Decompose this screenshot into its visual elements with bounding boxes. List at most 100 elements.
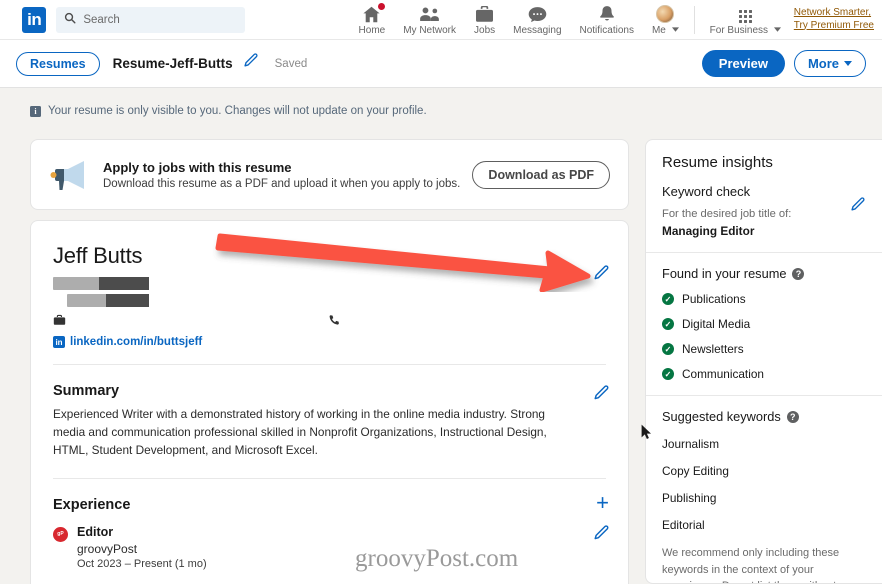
resume-preview-card: Jeff Butts in linkedin.com/in/buttsjeff xyxy=(30,220,629,584)
insights-title: Resume insights xyxy=(662,154,773,171)
add-experience-plus-icon[interactable]: + xyxy=(596,491,609,514)
more-button[interactable]: More xyxy=(793,50,866,77)
apply-card-title: Apply to jobs with this resume xyxy=(103,159,292,175)
download-as-pdf-button[interactable]: Download as PDF xyxy=(472,160,610,189)
site-watermark: groovyPost.com xyxy=(355,545,519,572)
nav-label: Home xyxy=(358,24,386,36)
more-button-label: More xyxy=(807,56,839,71)
insights-divider xyxy=(646,252,882,253)
summary-heading: Summary xyxy=(53,383,120,399)
nav-label: Messaging xyxy=(513,24,562,36)
home-icon xyxy=(362,1,387,23)
nav-item-home[interactable]: Home xyxy=(350,0,395,40)
insights-divider xyxy=(646,395,882,396)
nav-items-group: Home My Network Jobs Messaging Notificat… xyxy=(350,0,882,40)
suggested-keywords-heading-text: Suggested keywords xyxy=(662,409,781,424)
apply-to-jobs-card: Apply to jobs with this resume Download … xyxy=(30,139,629,210)
desired-job-title-value: Managing Editor xyxy=(662,224,755,238)
preview-button[interactable]: Preview xyxy=(701,50,785,77)
nav-label-text: Me xyxy=(651,24,666,36)
chevron-down-icon xyxy=(773,26,781,32)
groovypost-logo-icon: gP xyxy=(53,526,68,542)
found-keyword-item: ✓ Digital Media xyxy=(662,317,866,331)
help-icon[interactable]: ? xyxy=(792,267,805,280)
insights-note: We recommend only including these keywor… xyxy=(662,547,840,583)
redacted-contact-line-2 xyxy=(67,294,149,307)
resume-contact-row xyxy=(53,314,606,327)
found-keyword-item: ✓ Communication xyxy=(662,367,866,381)
apply-card-subtitle: Download this resume as a PDF and upload… xyxy=(103,177,461,190)
nav-item-jobs[interactable]: Jobs xyxy=(465,0,504,40)
linkedin-logo-icon[interactable]: in xyxy=(22,6,47,33)
resume-header-edit-pencil-icon[interactable] xyxy=(593,265,610,287)
search-icon xyxy=(64,12,76,27)
chevron-down-icon xyxy=(844,61,852,66)
nav-label: Me xyxy=(652,25,679,36)
briefcase-icon xyxy=(475,4,494,23)
help-icon[interactable]: ? xyxy=(786,410,799,423)
apply-card-text: Apply to jobs with this resume Download … xyxy=(103,160,472,190)
found-keyword-label: Publications xyxy=(682,292,746,306)
nav-item-my-network[interactable]: My Network xyxy=(394,0,465,40)
check-icon: ✓ xyxy=(662,293,674,305)
grid-icon xyxy=(738,4,752,23)
resume-linkedin-row[interactable]: in linkedin.com/in/buttsjeff xyxy=(53,336,606,348)
resume-name: Jeff Butts xyxy=(53,243,143,268)
nav-divider xyxy=(693,5,695,34)
experience-item: gP Editor groovyPost Oct 2023 – Present … xyxy=(53,525,606,570)
nav-item-notifications[interactable]: Notifications xyxy=(571,0,643,40)
found-keyword-label: Digital Media xyxy=(682,317,751,331)
megaphone-icon xyxy=(49,158,91,192)
nav-item-messaging[interactable]: Messaging xyxy=(504,0,570,40)
keyword-check-edit-pencil-icon[interactable] xyxy=(850,197,866,218)
chevron-down-icon xyxy=(671,26,679,32)
found-keywords-heading: Found in your resume ? xyxy=(662,266,866,281)
premium-line-2: Try Premium Free xyxy=(793,19,874,31)
suggested-keyword-item: Editorial xyxy=(662,518,705,532)
privacy-notice-text: Your resume is only visible to you. Chan… xyxy=(48,105,427,117)
resume-experience-section: Experience gP Editor groovyPost Oct 2023… xyxy=(31,479,628,584)
linkedin-icon: in xyxy=(53,336,65,348)
resume-summary-section: Summary Experienced Writer with a demons… xyxy=(31,365,628,478)
found-keyword-item: ✓ Newsletters xyxy=(662,342,866,356)
nav-label: My Network xyxy=(403,24,457,36)
search-input[interactable]: Search xyxy=(56,6,245,33)
suggested-keyword-item: Publishing xyxy=(662,491,717,505)
found-keywords-heading-text: Found in your resume xyxy=(662,266,787,281)
resumes-pill-button[interactable]: Resumes xyxy=(16,51,100,76)
info-icon: i xyxy=(30,105,41,117)
found-keyword-label: Newsletters xyxy=(682,342,744,356)
nav-item-me[interactable]: Me xyxy=(643,0,688,40)
experience-role: Editor xyxy=(77,524,114,539)
experience-heading: Experience xyxy=(53,496,131,513)
avatar xyxy=(656,4,675,23)
experience-company: groovyPost xyxy=(77,541,138,556)
edit-resume-title-pencil-icon[interactable] xyxy=(243,53,259,74)
resume-title: Resume-Jeff-Butts xyxy=(112,56,233,71)
desired-job-title-label: For the desired job title of: xyxy=(662,208,792,220)
suggested-keyword-item: Copy Editing xyxy=(662,464,729,478)
experience-dates: Oct 2023 – Present (1 mo) xyxy=(77,557,207,570)
nav-label-text: For Business xyxy=(709,24,769,36)
found-keyword-item: ✓ Publications xyxy=(662,292,866,306)
network-icon xyxy=(419,4,440,23)
nav-item-for-business[interactable]: For Business xyxy=(701,0,790,40)
bell-icon xyxy=(598,4,616,23)
resume-header-section: Jeff Butts in linkedin.com/in/buttsjeff xyxy=(31,221,628,364)
nav-label: For Business xyxy=(710,25,781,36)
experience-item-details: Editor groovyPost Oct 2023 – Present (1 … xyxy=(77,525,207,570)
check-icon: ✓ xyxy=(662,343,674,355)
suggested-keyword-item: Journalism xyxy=(662,437,720,451)
experience-edit-pencil-icon[interactable] xyxy=(593,525,610,547)
avatar-icon xyxy=(656,4,675,23)
linkedin-url[interactable]: linkedin.com/in/buttsjeff xyxy=(70,336,202,348)
premium-promo-link[interactable]: Network Smarter, Try Premium Free xyxy=(794,7,874,32)
global-navigation-bar: in Search Home My Network Jobs Messaging… xyxy=(0,0,882,40)
check-icon: ✓ xyxy=(662,318,674,330)
summary-edit-pencil-icon[interactable] xyxy=(593,385,610,407)
resume-toolbar: Resumes Resume-Jeff-Butts Saved Preview … xyxy=(0,40,882,88)
keyword-check-label: Keyword check xyxy=(662,184,751,199)
found-keyword-label: Communication xyxy=(682,367,764,381)
save-status: Saved xyxy=(274,57,308,70)
resume-insights-panel: Resume insights Keyword check For the de… xyxy=(645,139,882,584)
